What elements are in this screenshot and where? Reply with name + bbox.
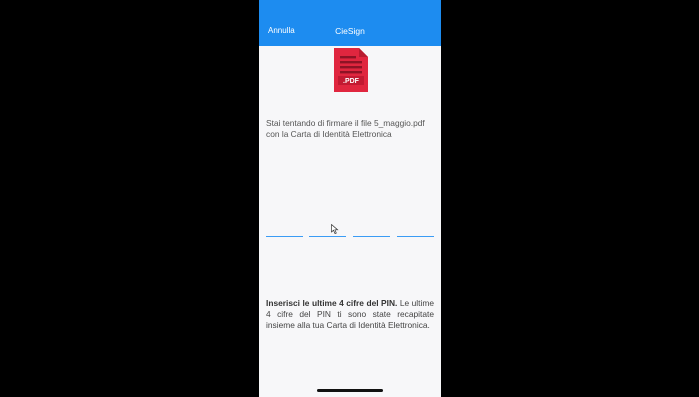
mouse-cursor-icon	[331, 224, 339, 234]
pin-digit-3[interactable]	[353, 236, 390, 237]
pdf-icon-label: .PDF	[343, 78, 360, 85]
pin-digit-1[interactable]	[266, 236, 303, 237]
signing-message-line2: con la Carta di Identità Elettronica	[266, 129, 392, 139]
navigation-bar: Annulla CieSign	[259, 0, 441, 46]
pin-digit-4[interactable]	[397, 236, 434, 237]
pin-instructions-bold: Inserisci le ultime 4 cifre del PIN.	[266, 298, 398, 308]
pdf-file-icon: .PDF	[334, 48, 368, 92]
pin-instructions: Inserisci le ultime 4 cifre del PIN. Le …	[266, 298, 434, 331]
page-title: CieSign	[335, 26, 365, 36]
pin-digit-2[interactable]	[309, 236, 346, 237]
pin-input-row	[266, 236, 434, 238]
signing-message: Stai tentando di firmare il file 5_maggi…	[266, 118, 436, 140]
phone-screen: Annulla CieSign .PDF Stai tentando di fi…	[259, 0, 441, 397]
home-indicator[interactable]	[317, 389, 383, 392]
signing-message-line1: Stai tentando di firmare il file 5_maggi…	[266, 118, 425, 128]
